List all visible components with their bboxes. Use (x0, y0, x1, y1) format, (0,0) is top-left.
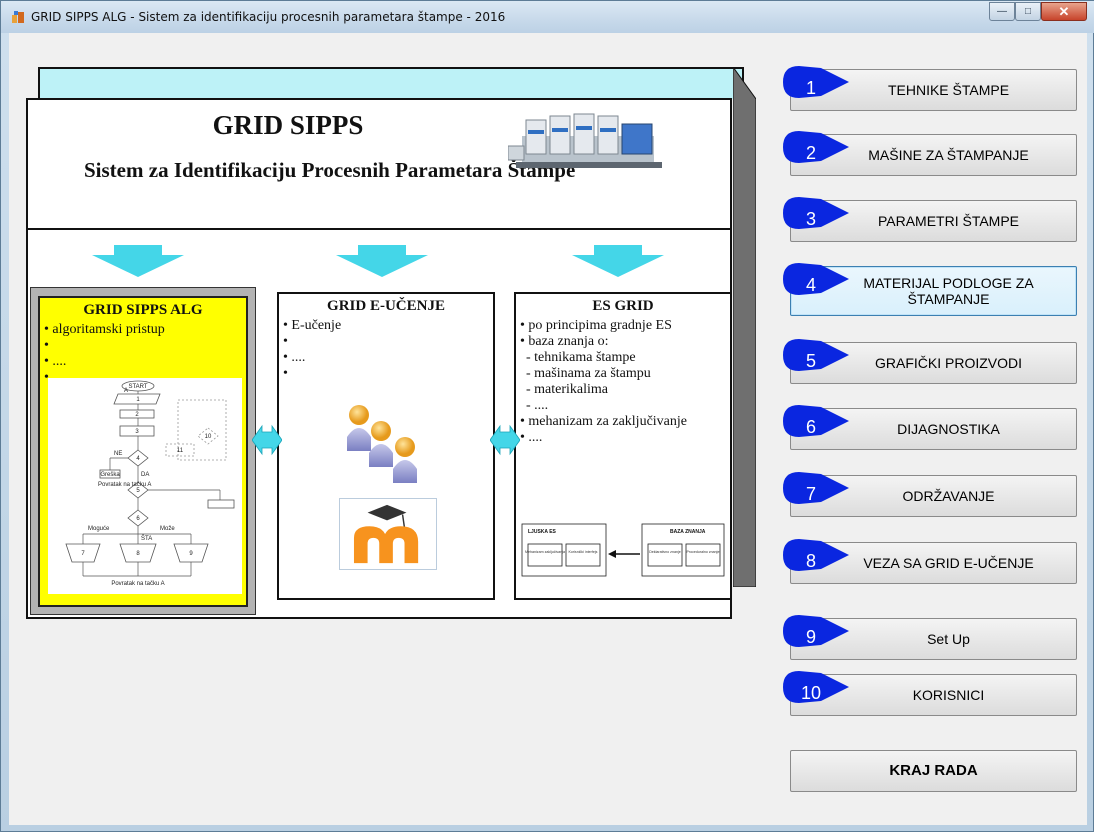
close-button[interactable]: ✕ (1041, 2, 1087, 21)
flowchart-label: Greška (100, 472, 120, 478)
panel-grid-e-ucenje: GRID E-UČENJE • E-učenje • • .... • (277, 292, 495, 600)
app-icon (12, 11, 24, 23)
menu-button-9[interactable]: 9 Set Up (783, 615, 1077, 660)
menu-button-10[interactable]: 10 KORISNICI (783, 671, 1077, 716)
diagram-top-band (38, 67, 744, 99)
flowchart-image: START A 1 2 3 4 5 6 7 8 9 10 11 NE DA Gr… (48, 378, 242, 594)
menu-button-8[interactable]: 8 VEZA SA GRID E-UČENJE (783, 539, 1077, 584)
exit-button[interactable]: KRAJ RADA (790, 750, 1077, 792)
users-icon (347, 405, 417, 483)
flowchart-label: Moguće (88, 526, 110, 532)
panel-grid-sipps-alg: GRID SIPPS ALG • algoritamski pristup • … (38, 296, 248, 607)
list-item: • mehanizam za zaključivanje (520, 414, 687, 429)
es-diagram-label: Deklarativno znanje (649, 550, 681, 554)
button-number: 1 (805, 78, 816, 98)
system-diagram: GRID SIPPS Sistem za Identifikaciju Proc… (26, 67, 756, 619)
list-item: • po principima gradnje ES (520, 318, 672, 333)
menu-button-3[interactable]: 3 PARAMETRI ŠTAMPE (783, 197, 1077, 242)
window-title: GRID SIPPS ALG - Sistem za identifikacij… (31, 10, 506, 24)
menu-button-4[interactable]: 4 MATERIJAL PODLOGE ZA ŠTAMPANJE (783, 263, 1077, 316)
list-item: • E-učenje (283, 318, 342, 333)
button-number: 5 (805, 351, 816, 371)
panel-es-grid: ES GRID • po principima gradnje ES • baz… (514, 292, 732, 600)
button-number: 4 (805, 275, 816, 295)
button-number: 9 (805, 627, 816, 647)
button-label: DIJAGNOSTIKA (897, 421, 1000, 437)
list-item: • (283, 366, 288, 381)
button-label: Set Up (927, 631, 970, 647)
es-diagram-label: Proceduralno znanje (687, 550, 720, 554)
es-architecture-diagram: LJUSKA ES BAZA ZNANJA Mehanizam zaključi… (521, 523, 725, 577)
button-number: 3 (805, 209, 816, 229)
list-item: • .... (283, 350, 306, 365)
minimize-icon: — (997, 6, 1007, 17)
menu-button-1[interactable]: 1 TEHNIKE ŠTAMPE (783, 66, 1077, 111)
list-item: • (283, 334, 288, 349)
button-label: VEZA SA GRID E-UČENJE (863, 555, 1034, 571)
button-number: 10 (800, 683, 822, 703)
list-item: • .... (520, 430, 543, 445)
diagram-title: GRID SIPPS (212, 110, 364, 140)
flowchart-label: ŠTA (141, 535, 152, 542)
button-number: 8 (805, 551, 816, 571)
es-diagram-label: BAZA ZNANJA (670, 529, 706, 535)
flowchart-label: 11 (177, 448, 184, 454)
minimize-button[interactable]: — (989, 2, 1015, 21)
flowchart-label: START (128, 384, 147, 390)
maximize-button[interactable]: □ (1015, 2, 1041, 21)
es-diagram-label: Mehanizam zaključivanja (525, 550, 565, 554)
flowchart-label: Povratak na tačku A (98, 482, 151, 488)
es-diagram-label: LJUSKA ES (528, 529, 557, 535)
list-item: - tehnikama štampe (526, 350, 636, 365)
printing-press-image (508, 113, 662, 168)
flowchart-label: Povratak na tačku A (111, 581, 164, 587)
flowchart-label: NE (114, 451, 122, 457)
panel-title: ES GRID (592, 298, 654, 314)
menu-button-7[interactable]: 7 ODRŽAVANJE (783, 472, 1077, 517)
double-arrow-icon (252, 424, 282, 456)
flowchart-label: 10 (205, 434, 212, 440)
menu-button-2[interactable]: 2 MAŠINE ZA ŠTAMPANJE (783, 131, 1077, 176)
flowchart-label: A (124, 388, 128, 394)
maximize-icon: □ (1024, 6, 1032, 17)
menu-button-6[interactable]: 6 DIJAGNOSTIKA (783, 405, 1077, 450)
button-label: KORISNICI (912, 687, 985, 703)
diagram-header: GRID SIPPS Sistem za Identifikaciju Proc… (26, 98, 732, 230)
list-item: • (44, 338, 49, 353)
button-number: 7 (805, 484, 816, 504)
list-item: • algoritamski pristup (44, 322, 165, 337)
client-area: GRID SIPPS Sistem za Identifikaciju Proc… (9, 33, 1087, 825)
menu-button-5[interactable]: 5 GRAFIČKI PROIZVODI (783, 339, 1077, 384)
button-number: 6 (805, 417, 816, 437)
moodle-logo-icon (339, 498, 437, 570)
list-item: - .... (526, 398, 549, 413)
arrow-down-icon (336, 245, 428, 277)
double-arrow-icon (490, 424, 520, 456)
list-item: - mašinama za štampu (526, 366, 651, 381)
panel-title: GRID SIPPS ALG (83, 302, 203, 318)
close-icon: ✕ (1058, 3, 1070, 19)
app-window: GRID SIPPS ALG - Sistem za identifikacij… (0, 0, 1094, 832)
diagram-side-band (733, 67, 756, 587)
exit-button-label: KRAJ RADA (889, 762, 978, 779)
es-diagram-label: Korisnički interfejs (569, 550, 598, 554)
button-label: MAŠINE ZA ŠTAMPANJE (868, 147, 1029, 163)
flowchart-label: DA (141, 472, 149, 478)
arrow-down-icon (572, 245, 664, 277)
button-label: PARAMETRI ŠTAMPE (877, 213, 1020, 229)
arrow-down-icon (92, 245, 184, 277)
list-item: • .... (44, 354, 67, 369)
button-label: ODRŽAVANJE (902, 488, 995, 504)
flowchart-label: Može (160, 526, 175, 532)
title-bar[interactable]: GRID SIPPS ALG - Sistem za identifikacij… (1, 1, 1094, 33)
button-label: GRAFIČKI PROIZVODI (874, 355, 1022, 371)
list-item: • baza znanja o: (520, 334, 609, 349)
button-number: 2 (805, 143, 816, 163)
button-label: TEHNIKE ŠTAMPE (887, 82, 1010, 98)
panel-title: GRID E-UČENJE (327, 298, 445, 314)
button-label: MATERIJAL PODLOGE ZA ŠTAMPANJE (863, 275, 1034, 307)
list-item: - materikalima (526, 382, 609, 397)
